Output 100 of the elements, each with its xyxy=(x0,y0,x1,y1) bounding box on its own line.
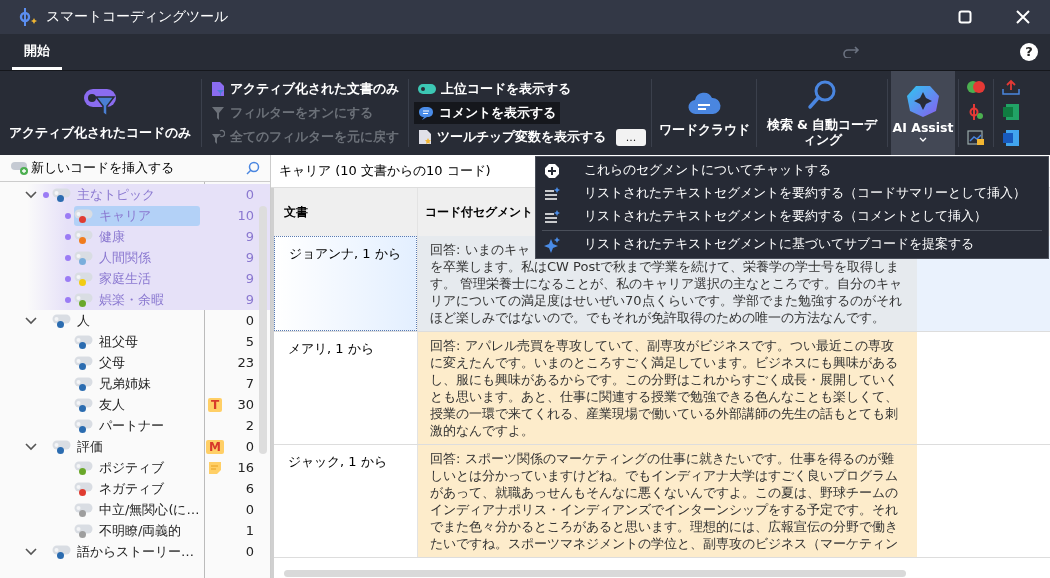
word-cloud-button[interactable]: ワードクラウド xyxy=(655,71,753,155)
activation-dot-icon xyxy=(43,191,49,198)
code-count: 9 xyxy=(244,271,254,286)
code-item[interactable]: 兄弟姉妹 xyxy=(74,373,200,394)
code-tag-icon xyxy=(74,502,93,514)
code-count: 9 xyxy=(244,229,254,244)
sparkle-badge-icon xyxy=(906,83,940,118)
code-tag-icon xyxy=(74,523,93,535)
code-item[interactable]: 友人 xyxy=(74,394,200,415)
scrollbar[interactable] xyxy=(284,570,906,577)
code-item[interactable]: 評価 xyxy=(52,436,200,457)
list-sparkle-icon xyxy=(544,209,560,224)
activation-dot-icon xyxy=(65,296,71,303)
column-header[interactable]: 文書 xyxy=(274,188,417,236)
view-toggle[interactable]: コメントを表示する xyxy=(414,102,560,124)
code-tag-icon xyxy=(74,334,93,346)
ai-assist-button[interactable]: AI Assist xyxy=(891,71,955,155)
code-tag-icon xyxy=(74,229,93,241)
list-sparkle-icon xyxy=(544,186,560,201)
search-autocode-button[interactable]: 検索 & 自動コーディング xyxy=(760,71,884,155)
code-tag-icon xyxy=(52,187,71,199)
activation-dot-icon xyxy=(65,254,71,261)
document-cell[interactable]: ジャック, 1 から xyxy=(274,445,417,557)
code-item[interactable]: 語からストーリー… xyxy=(52,541,200,562)
code-tag-icon xyxy=(52,439,71,451)
overlap-circles-icon[interactable] xyxy=(967,79,985,94)
caret-icon xyxy=(919,136,927,143)
code-item[interactable]: 父母 xyxy=(74,352,200,373)
redo-icon[interactable] xyxy=(842,46,860,58)
code-tag-icon xyxy=(74,292,93,304)
help-button[interactable]: ? xyxy=(1020,43,1038,61)
code-count: 0 xyxy=(244,502,254,517)
activation-dot-icon xyxy=(65,275,71,282)
document-cell[interactable]: メアリ, 1 から xyxy=(274,332,417,444)
window-title: スマートコーディングツール xyxy=(46,8,228,26)
close-icon[interactable] xyxy=(1016,10,1030,24)
active-codes-button[interactable]: アクティブ化されたコードのみ xyxy=(2,71,198,155)
document-star-icon xyxy=(418,129,432,145)
code-count: 30 xyxy=(236,397,254,412)
code-item[interactable]: パートナー xyxy=(74,415,200,436)
code-item[interactable]: ネガティブ xyxy=(74,478,200,499)
code-count: 2 xyxy=(244,418,254,433)
code-count: 0 xyxy=(244,313,254,328)
code-tag-icon xyxy=(74,355,93,367)
code-tag-icon xyxy=(74,208,93,220)
sparkle-icon xyxy=(544,236,560,253)
code-item[interactable]: 祖父母 xyxy=(74,331,200,352)
more-options-button[interactable]: ... xyxy=(616,128,646,146)
chat-plus-icon xyxy=(544,162,560,179)
code-tag-icon xyxy=(52,544,71,556)
code-tag-icon xyxy=(52,313,71,325)
code-count: 23 xyxy=(236,355,254,370)
view-toggle[interactable]: ツールチップ変数を表示する xyxy=(414,126,610,148)
code-item[interactable]: 人 xyxy=(52,310,200,331)
segment-cell: 回答: スポーツ関係のマーケティングの仕事に就きたいです。仕事を得るのが難しいとは分かっていますけどね。でもインディアナ大学はすごく良いプログラムがあって、就職あっせんもそんなに悪くないんですよ。この夏は、野球チームのインディアナポリス・インディアンズでインターンシップをする予定です。それでまた色々分かるところがあると思います。理想的には、広報宣伝の分野で働きたいですね。スポーツマネジメントの学位と、副専攻のビジネス（マーケティン xyxy=(417,445,917,557)
magnifier-icon xyxy=(807,79,837,111)
code-count: 5 xyxy=(244,334,254,349)
new-code-icon[interactable] xyxy=(10,161,30,175)
comment-icon xyxy=(418,106,434,120)
code-count: 10 xyxy=(236,208,254,223)
document-cell[interactable]: ジョアンナ, 1 から xyxy=(274,236,417,331)
code-tag-icon xyxy=(74,460,93,472)
chevron-icon[interactable] xyxy=(25,316,37,325)
code-count: 9 xyxy=(244,250,254,265)
menu-item[interactable]: リストされたテキストセグメントを要約する（コメントとして挿入） xyxy=(536,205,1048,228)
code-tag-icon xyxy=(74,397,93,409)
code-relations-icon[interactable] xyxy=(968,103,984,121)
code-tag-icon xyxy=(74,271,93,283)
document-funnel-icon xyxy=(211,81,225,97)
code-count: 6 xyxy=(244,481,254,496)
document-icon[interactable] xyxy=(1002,129,1020,147)
search-icon[interactable] xyxy=(246,161,260,175)
activation-dot-icon xyxy=(65,233,71,240)
menu-item[interactable]: これらのセグメントについてチャットする xyxy=(536,159,1048,182)
code-count: 0 xyxy=(244,544,254,559)
chart-folder-icon[interactable] xyxy=(967,130,985,147)
chevron-icon[interactable] xyxy=(25,442,37,451)
chevron-icon[interactable] xyxy=(25,547,37,556)
segment-cell: 回答: アパレル売買を専攻していて、副専攻がビジネスです。つい最近この専攻に変えたんです。いまのところすごく満足しています。ビジネスにも興味があるし、服にも興味があるからです。この分野はこれからすごく成長・展開していくとも思います。あと、仕事に関連する授業で勉強できる色んなことも楽しくて、授業の一環で来てくれる、産業現場で働いている外部講師の先生の話もとても刺激的なんですよ。 xyxy=(417,332,917,444)
code-item[interactable]: ポジティブ xyxy=(74,457,200,478)
new-code-label[interactable]: 新しいコードを挿入する xyxy=(31,159,174,177)
code-count: 0 xyxy=(244,439,254,454)
scrollbar[interactable] xyxy=(259,206,267,454)
tag-icon xyxy=(418,83,436,95)
code-tag-icon xyxy=(74,250,93,262)
maximize-icon[interactable] xyxy=(958,10,972,24)
code-tag-icon xyxy=(74,481,93,493)
code-count: 0 xyxy=(244,187,254,202)
code-count: 7 xyxy=(244,376,254,391)
view-toggle[interactable]: 上位コードを表示する xyxy=(414,78,575,100)
funnel-icon xyxy=(211,105,225,121)
activation-dot-icon xyxy=(65,212,71,219)
code-item[interactable]: 中立/無関心(に… xyxy=(74,499,200,520)
spreadsheet-icon[interactable] xyxy=(1002,103,1020,121)
export-icon[interactable] xyxy=(1002,79,1020,95)
code-item[interactable]: 不明瞭/両義的 xyxy=(74,520,200,541)
code-count: 9 xyxy=(244,292,254,307)
code-tag-icon xyxy=(74,418,93,430)
chevron-icon[interactable] xyxy=(25,190,37,199)
filter-option[interactable]: アクティブ化された文書のみ xyxy=(207,78,403,100)
